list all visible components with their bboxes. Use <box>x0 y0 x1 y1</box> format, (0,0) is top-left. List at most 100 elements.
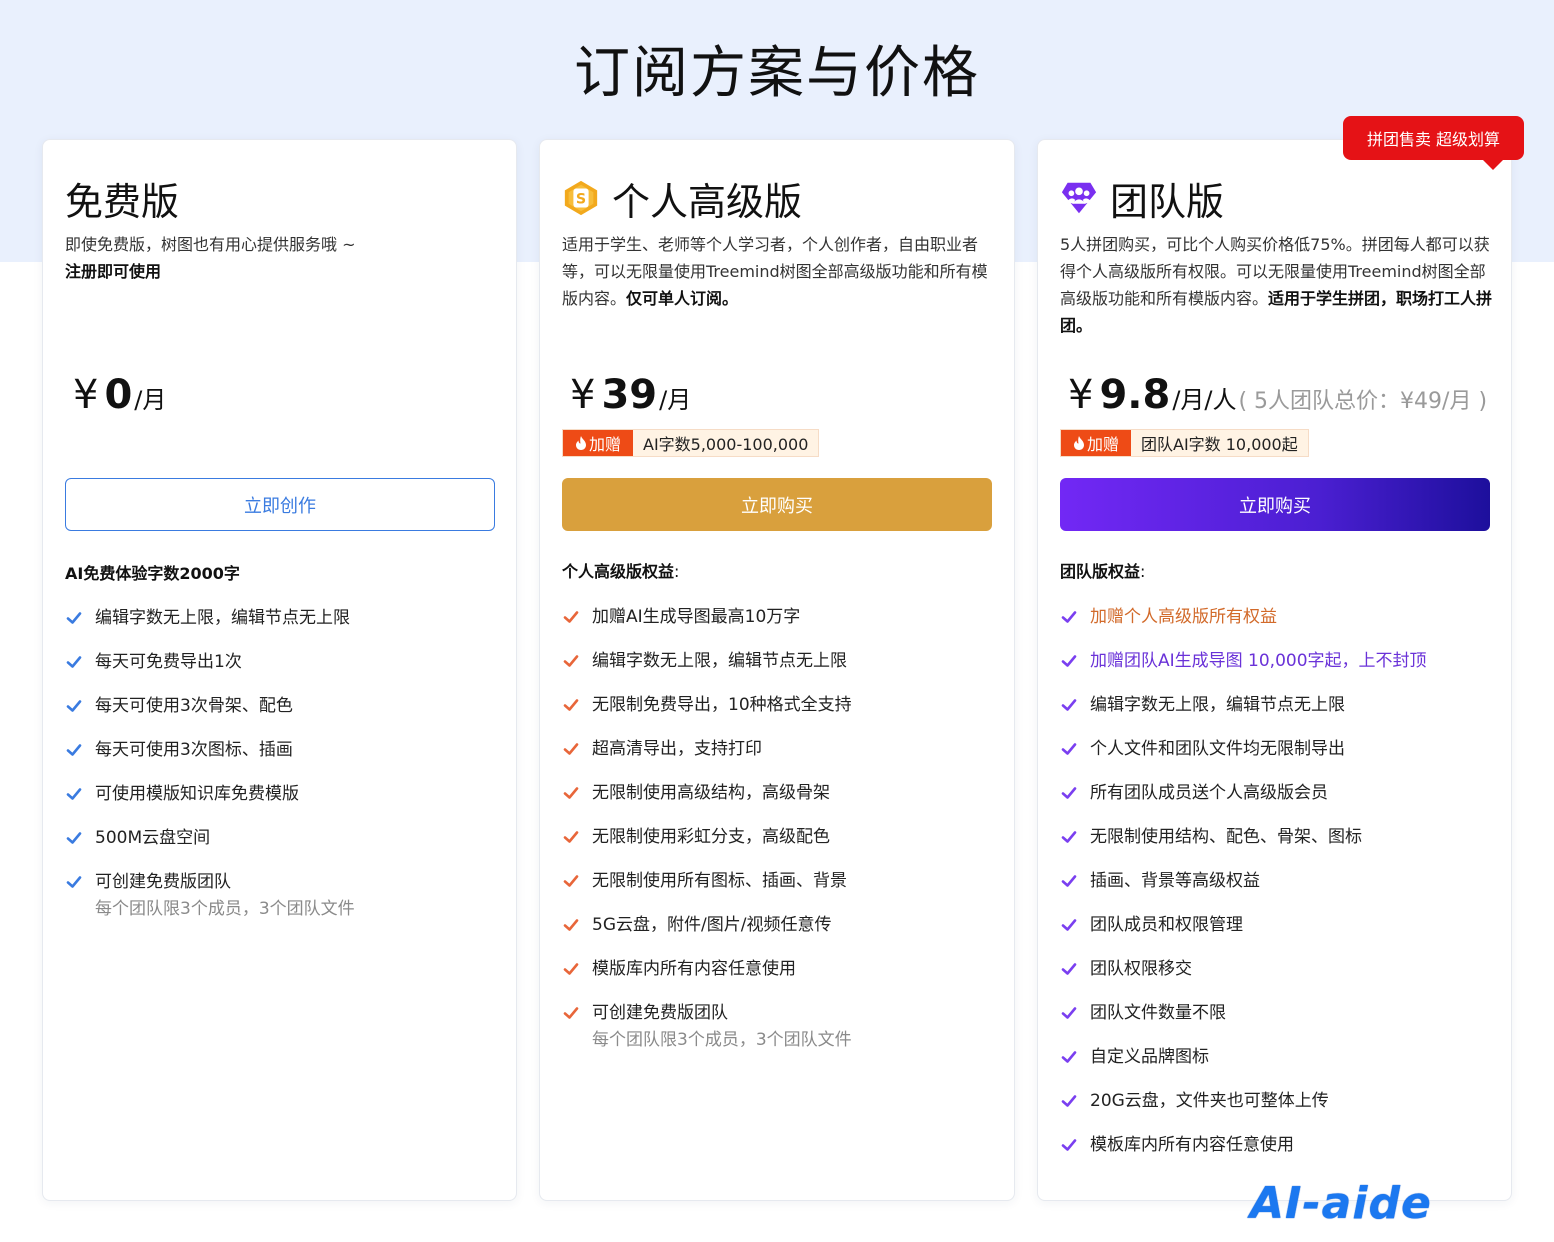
currency-symbol: ¥ <box>73 372 99 418</box>
benefit-subtext: 每个团队限3个成员，3个团队文件 <box>95 899 355 919</box>
check-icon <box>1061 611 1077 623</box>
check-icon <box>1061 655 1077 667</box>
check-icon <box>66 744 82 756</box>
check-icon <box>1061 699 1077 711</box>
plan-name: 个人高级版 <box>612 179 803 224</box>
benefit-item: 可使用模版知识库免费模版 <box>65 783 495 827</box>
check-icon <box>66 832 82 844</box>
plan-price: ¥ 39 /月 <box>570 372 691 418</box>
page-title: 订阅方案与价格 <box>574 41 980 106</box>
check-icon <box>563 831 579 843</box>
benefit-text: 所有团队成员送个人高级版会员 <box>1090 783 1328 803</box>
plan-description-bold: 注册即可使用 <box>65 262 162 281</box>
buy-now-button[interactable]: 立即购买 <box>1060 478 1490 531</box>
benefit-title: 团队版权益: <box>1060 558 1145 582</box>
plan-card-free: 免费版 即使免费版，树图也有用心提供服务哦 ~ 注册即可使用 ¥ 0 /月 立即… <box>42 139 517 1201</box>
benefit-item: 插画、背景等高级权益 <box>1060 870 1490 914</box>
bonus-text: 团队AI字数 10,000起 <box>1131 430 1308 456</box>
check-icon <box>563 787 579 799</box>
check-icon <box>66 700 82 712</box>
benefit-item: 无限制使用所有图标、插画、背景 <box>562 870 992 914</box>
price-unit: /月 <box>659 386 692 414</box>
plan-price: ¥ 9.8 /月/人 ( 5人团队总价：¥49/月 ) <box>1068 372 1487 418</box>
benefit-text: 团队成员和权限管理 <box>1090 915 1243 935</box>
benefit-text: 每天可使用3次图标、插画 <box>95 740 293 760</box>
currency-symbol: ¥ <box>1068 372 1094 418</box>
benefit-item: 加赠个人高级版所有权益 <box>1060 606 1490 650</box>
bonus-tag: 加赠 <box>1061 430 1131 456</box>
flame-icon <box>1073 436 1084 450</box>
plan-card-pro: S 个人高级版 适用于学生、老师等个人学习者，个人创作者，自由职业者等，可以无限… <box>539 139 1015 1201</box>
benefit-list: 加赠个人高级版所有权益 加赠团队AI生成导图 10,000字起，上不封顶 编辑字数无… <box>1060 606 1490 1178</box>
plan-header: S 个人高级版 <box>562 170 802 226</box>
benefit-list: 加赠AI生成导图最高10万字 编辑字数无上限，编辑节点无上限 无限制免费导出，10种… <box>562 606 992 1078</box>
price-value: 9.8 <box>1099 372 1171 418</box>
plan-description: 适用于学生、老师等个人学习者，个人创作者，自由职业者等，可以无限量使用Treem… <box>562 231 997 312</box>
check-icon <box>66 788 82 800</box>
svg-text:S: S <box>576 192 586 208</box>
benefit-subtext: 每个团队限3个成员，3个团队文件 <box>592 1030 852 1050</box>
check-icon <box>1061 831 1077 843</box>
benefit-text: 编辑字数无上限，编辑节点无上限 <box>1090 695 1345 715</box>
gold-s-coin-icon: S <box>564 180 598 216</box>
benefit-item: 每天可使用3次骨架、配色 <box>65 695 495 739</box>
benefit-item: 加赠AI生成导图最高10万字 <box>562 606 992 650</box>
check-icon <box>66 612 82 624</box>
bonus-tag-label: 加赠 <box>588 435 621 454</box>
purple-team-gem-icon <box>1061 182 1097 214</box>
benefit-text: 团队权限移交 <box>1090 959 1192 979</box>
plan-description-bold: 仅可单人订阅。 <box>626 289 739 308</box>
benefit-item: 自定义品牌图标 <box>1060 1046 1490 1090</box>
benefit-item: 团队权限移交 <box>1060 958 1490 1002</box>
benefit-item: 模板库内所有内容任意使用 <box>1060 1134 1490 1178</box>
check-icon <box>563 743 579 755</box>
benefit-item: 团队文件数量不限 <box>1060 1002 1490 1046</box>
benefit-text: 插画、背景等高级权益 <box>1090 871 1260 891</box>
benefit-text: 模版库内所有内容任意使用 <box>592 959 796 979</box>
check-icon <box>1061 1095 1077 1107</box>
benefit-item: 可创建免费版团队 每个团队限3个成员，3个团队文件 <box>65 871 495 947</box>
benefit-text: 可创建免费版团队 每个团队限3个成员，3个团队文件 <box>95 872 355 919</box>
bonus-tag: 加赠 <box>563 430 633 456</box>
benefit-item: 个人文件和团队文件均无限制导出 <box>1060 738 1490 782</box>
benefit-item: 团队成员和权限管理 <box>1060 914 1490 958</box>
benefit-item: 编辑字数无上限，编辑节点无上限 <box>65 607 495 651</box>
benefit-item: 所有团队成员送个人高级版会员 <box>1060 782 1490 826</box>
buy-now-button[interactable]: 立即购买 <box>562 478 992 531</box>
benefit-text: 可使用模版知识库免费模版 <box>95 784 299 804</box>
benefit-text: 500M云盘空间 <box>95 828 211 848</box>
benefit-list: 编辑字数无上限，编辑节点无上限 每天可免费导出1次 每天可使用3次骨架、配色 每天可使… <box>65 607 495 947</box>
benefit-item: 无限制免费导出，10种格式全支持 <box>562 694 992 738</box>
bonus-text: AI字数5,000-100,000 <box>633 430 819 456</box>
plan-name: 团队版 <box>1110 179 1225 224</box>
price-unit: /月/人 <box>1172 386 1237 414</box>
benefit-text: 团队文件数量不限 <box>1090 1003 1226 1023</box>
check-icon <box>563 875 579 887</box>
benefit-text: 20G云盘，文件夹也可整体上传 <box>1090 1091 1329 1111</box>
benefit-item: 超高清导出，支持打印 <box>562 738 992 782</box>
benefit-text: 无限制使用高级结构，高级骨架 <box>592 783 830 803</box>
price-value: 0 <box>104 372 133 418</box>
benefit-text: 无限制免费导出，10种格式全支持 <box>592 695 852 715</box>
bonus-badge: 加赠 团队AI字数 10,000起 <box>1060 429 1309 457</box>
benefit-item: 每天可免费导出1次 <box>65 651 495 695</box>
benefit-item: 无限制使用高级结构，高级骨架 <box>562 782 992 826</box>
benefit-text: 5G云盘，附件/图片/视频任意传 <box>592 915 832 935</box>
plan-card-team: 团队版 5人拼团购买，可比个人购买价格低75%。拼团每人都可以获得个人高级版所有… <box>1037 139 1512 1201</box>
benefit-item: 编辑字数无上限，编辑节点无上限 <box>1060 694 1490 738</box>
benefit-text: 超高清导出，支持打印 <box>592 739 762 759</box>
bonus-badge: 加赠 AI字数5,000-100,000 <box>562 429 820 457</box>
benefit-text: 无限制使用结构、配色、骨架、图标 <box>1090 827 1362 847</box>
check-icon <box>1061 1007 1077 1019</box>
benefit-text: 模板库内所有内容任意使用 <box>1090 1135 1294 1155</box>
check-icon <box>563 963 579 975</box>
check-icon <box>66 656 82 668</box>
benefit-item: 加赠团队AI生成导图 10,000字起，上不封顶 <box>1060 650 1490 694</box>
check-icon <box>66 876 82 888</box>
flame-icon <box>575 436 586 450</box>
start-creating-button[interactable]: 立即创作 <box>65 478 495 531</box>
check-icon <box>1061 1139 1077 1151</box>
check-icon <box>563 1007 579 1019</box>
check-icon <box>563 699 579 711</box>
plan-header: 团队版 <box>1060 170 1224 226</box>
